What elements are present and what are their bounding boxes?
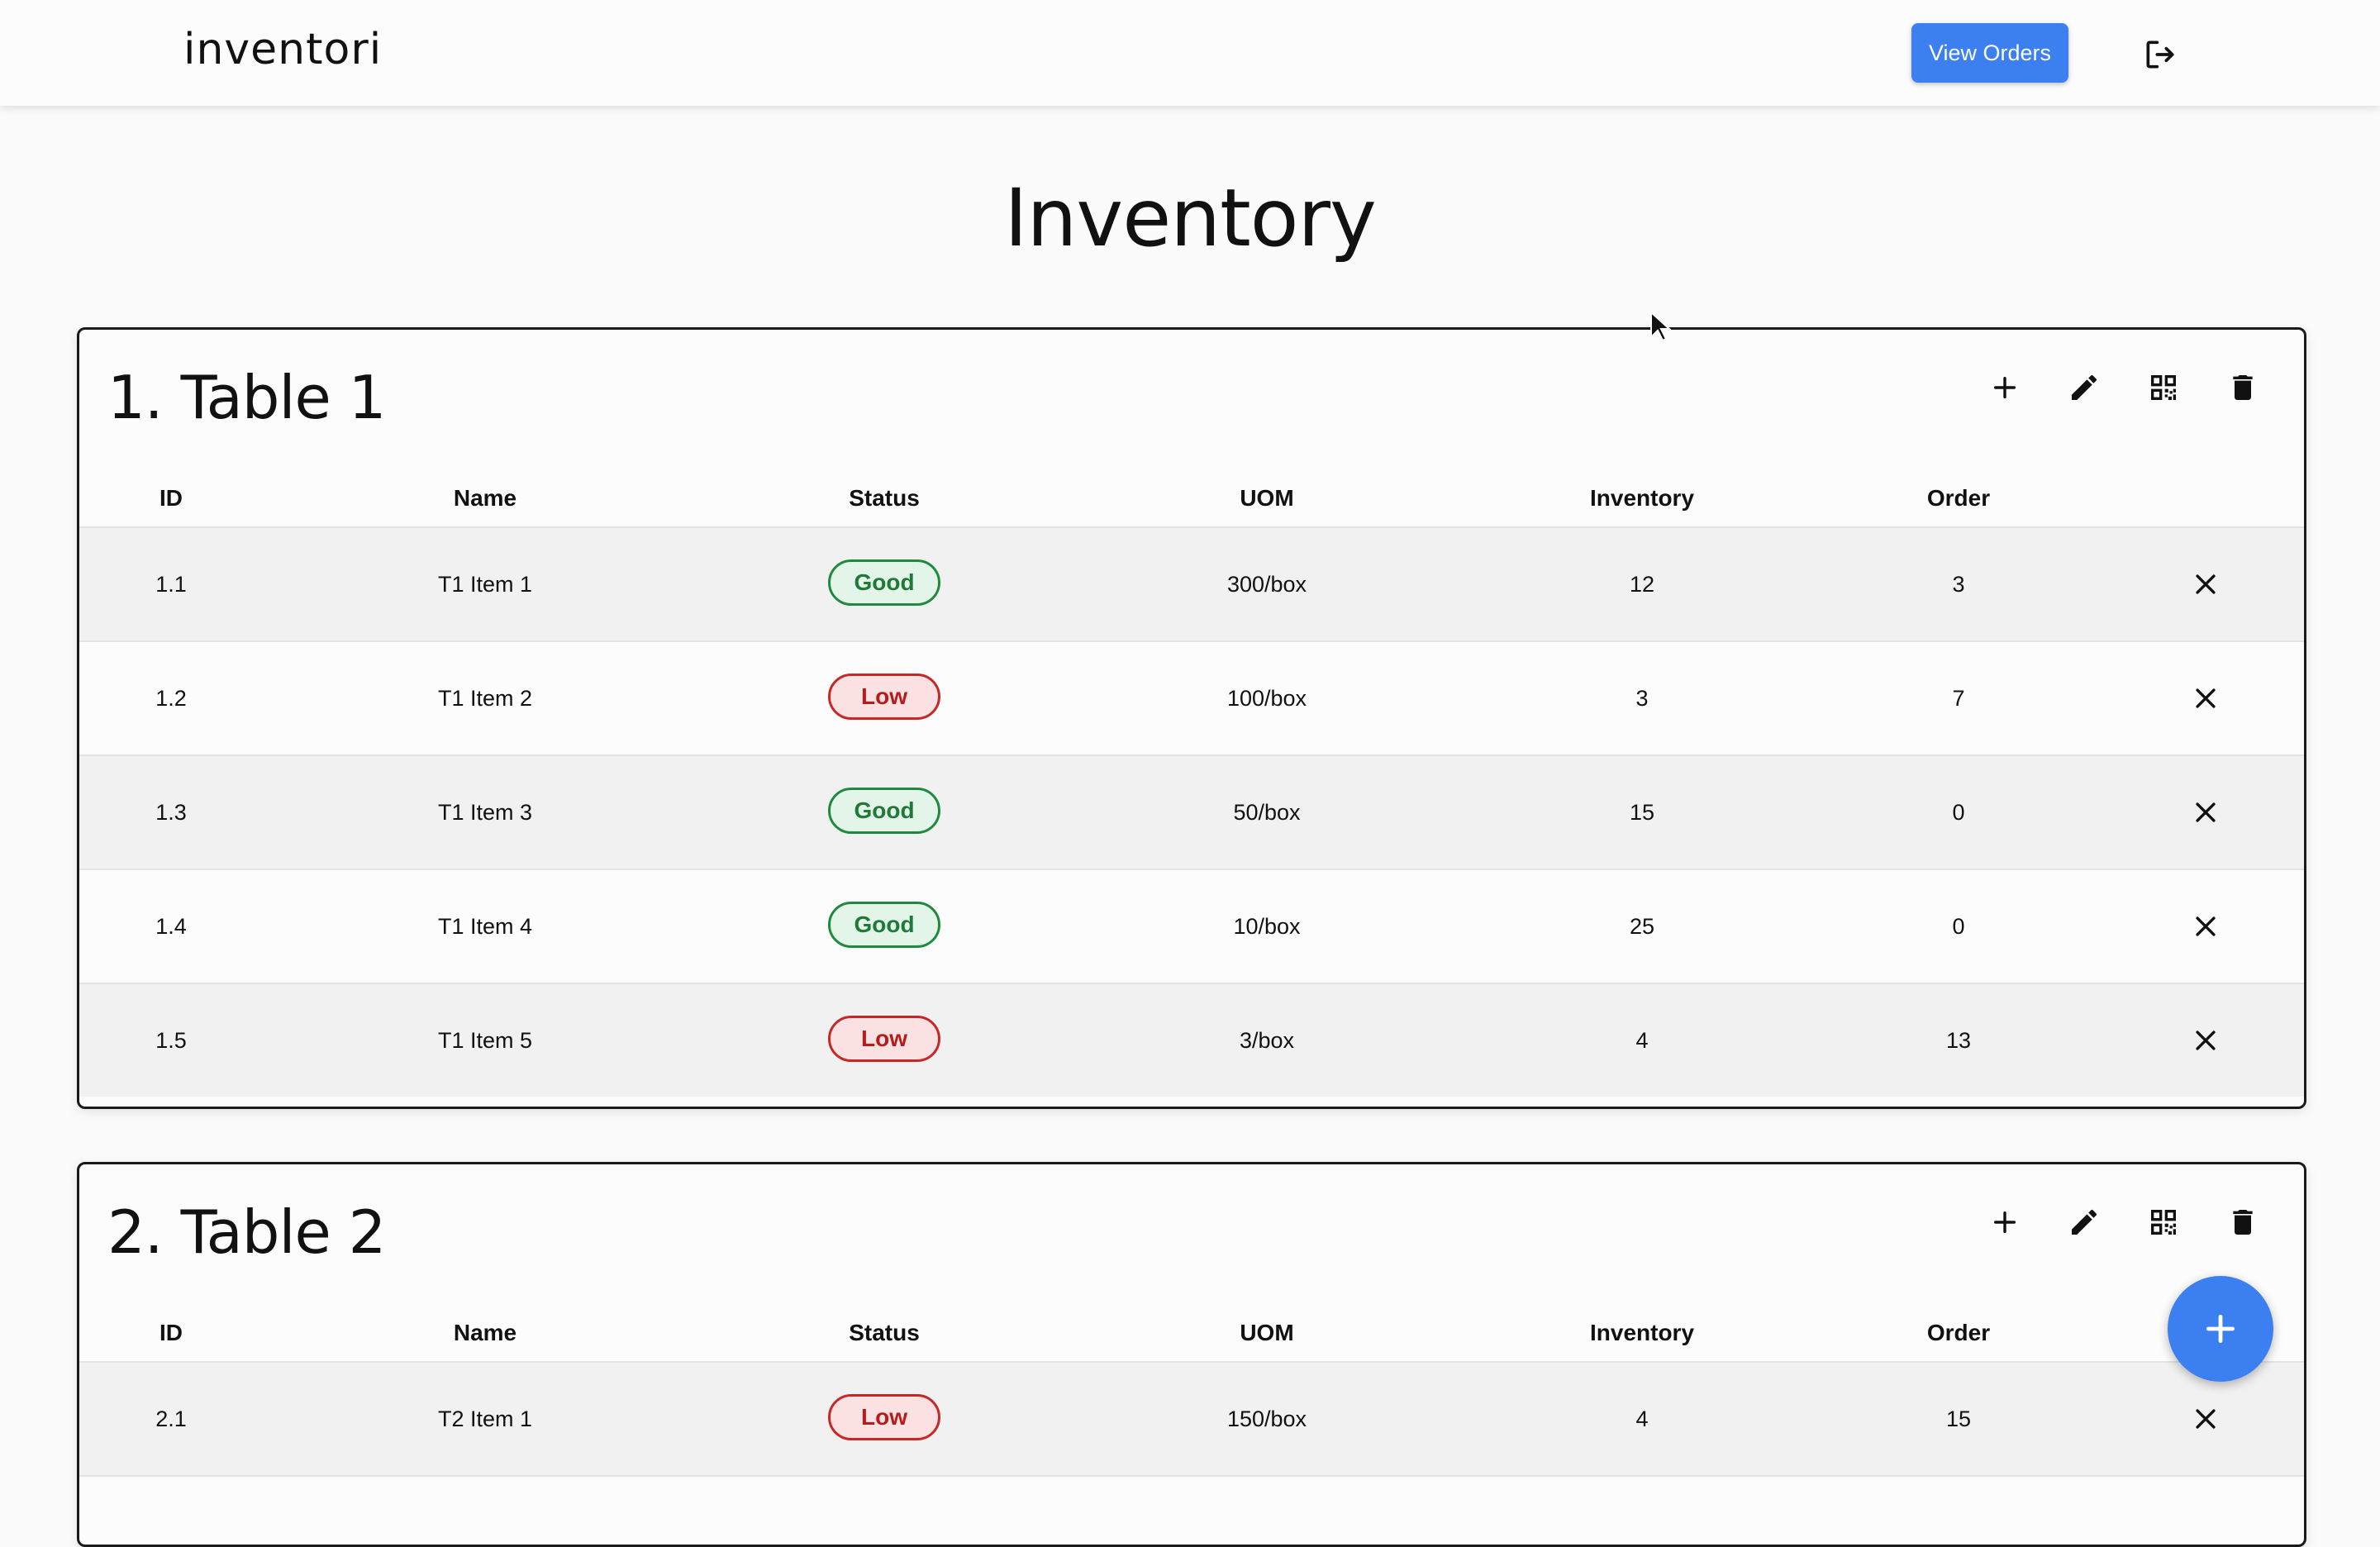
column-header-uom: UOM	[1240, 1320, 1294, 1345]
table-row[interactable]: 1.2 T1 Item 2 Low 100/box 3 7	[79, 642, 2304, 756]
cell-inventory: 4	[1635, 1028, 1649, 1053]
pencil-icon[interactable]	[2066, 369, 2102, 406]
column-header-name: Name	[453, 1320, 517, 1345]
cell-order: 0	[1952, 800, 1965, 825]
cell-order: 0	[1952, 914, 1965, 939]
cell-inventory: 25	[1629, 914, 1655, 939]
cell-uom: 50/box	[1233, 800, 1301, 825]
close-icon[interactable]	[2187, 1401, 2224, 1437]
cell-name: T1 Item 4	[437, 914, 533, 939]
column-header-status: Status	[849, 485, 920, 511]
table-row[interactable]: 1.5 T1 Item 5 Low 3/box 4 13	[79, 984, 2304, 1097]
cell-name: T1 Item 5	[437, 1028, 533, 1053]
column-header-inventory: Inventory	[1589, 1320, 1695, 1345]
cell-uom: 300/box	[1226, 572, 1307, 597]
plus-icon[interactable]	[1987, 1204, 2023, 1240]
page-title: Inventory	[1004, 172, 1377, 264]
cell-uom: 3/box	[1239, 1028, 1295, 1053]
cell-name: T1 Item 1	[437, 572, 533, 597]
column-header-uom: UOM	[1240, 485, 1294, 511]
table-row[interactable]: 2.1 T2 Item 1 Low 150/box 4 15	[79, 1363, 2304, 1477]
cell-id: 1.3	[155, 800, 187, 825]
column-header-name: Name	[453, 485, 517, 511]
view-orders-button[interactable]: View Orders	[1911, 23, 2068, 83]
close-icon[interactable]	[2187, 794, 2224, 831]
brand-logo[interactable]: inventori	[183, 25, 382, 74]
cell-order: 15	[1945, 1407, 1972, 1431]
cell-id: 1.1	[155, 572, 187, 597]
table-actions	[1987, 1204, 2261, 1240]
status-badge: Good	[828, 559, 940, 606]
logout-icon[interactable]	[2142, 36, 2178, 73]
inventory-table-card: 1. Table 1 ID Name Status UOM Inventory …	[77, 327, 2306, 1109]
column-header-status: Status	[849, 1320, 920, 1345]
close-icon[interactable]	[2187, 908, 2224, 945]
inventory-table-card: 2. Table 2 ID Name Status UOM Inventory …	[77, 1162, 2306, 1547]
qr-code-icon[interactable]	[2145, 1204, 2182, 1240]
cell-uom: 150/box	[1226, 1407, 1307, 1431]
table-header: ID Name Status UOM Inventory Order	[79, 1305, 2304, 1363]
cell-id: 2.1	[155, 1407, 187, 1431]
column-header-inventory: Inventory	[1589, 485, 1695, 511]
trash-icon[interactable]	[2225, 369, 2261, 406]
cell-name: T2 Item 1	[437, 1407, 533, 1431]
cell-inventory: 3	[1635, 686, 1649, 711]
pencil-icon[interactable]	[2066, 1204, 2102, 1240]
table-row[interactable]: 1.3 T1 Item 3 Good 50/box 15 0	[79, 756, 2304, 870]
table-row[interactable]: 1.4 T1 Item 4 Good 10/box 25 0	[79, 870, 2304, 984]
table-actions	[1987, 369, 2261, 406]
status-badge: Good	[828, 788, 940, 834]
column-header-id: ID	[159, 485, 183, 511]
column-header-id: ID	[159, 1320, 183, 1345]
cell-name: T1 Item 3	[437, 800, 533, 825]
cell-id: 1.2	[155, 686, 187, 711]
cell-id: 1.5	[155, 1028, 187, 1053]
table-title: 1. Table 1	[107, 363, 386, 432]
cell-inventory: 12	[1629, 572, 1655, 597]
cell-inventory: 15	[1629, 800, 1655, 825]
plus-icon	[2206, 1314, 2235, 1344]
status-badge: Low	[828, 674, 940, 720]
cell-id: 1.4	[155, 914, 187, 939]
cell-order: 7	[1952, 686, 1965, 711]
table-title: 2. Table 2	[107, 1197, 386, 1267]
add-table-fab[interactable]	[2168, 1276, 2273, 1382]
qr-code-icon[interactable]	[2145, 369, 2182, 406]
status-badge: Low	[828, 1016, 940, 1062]
cell-order: 3	[1952, 572, 1965, 597]
column-header-order: Order	[1926, 485, 1991, 511]
cell-inventory: 4	[1635, 1407, 1649, 1431]
app-header: inventori View Orders	[0, 0, 2380, 106]
cell-name: T1 Item 2	[437, 686, 533, 711]
table-header: ID Name Status UOM Inventory Order	[79, 470, 2304, 528]
status-badge: Low	[828, 1394, 940, 1440]
close-icon[interactable]	[2187, 680, 2224, 716]
mouse-cursor-icon	[1649, 310, 1672, 344]
trash-icon[interactable]	[2225, 1204, 2261, 1240]
plus-icon[interactable]	[1987, 369, 2023, 406]
cell-order: 13	[1945, 1028, 1972, 1053]
cell-uom: 10/box	[1233, 914, 1301, 939]
column-header-order: Order	[1926, 1320, 1991, 1345]
table-row[interactable]: 1.1 T1 Item 1 Good 300/box 12 3	[79, 528, 2304, 642]
cell-uom: 100/box	[1226, 686, 1307, 711]
close-icon[interactable]	[2187, 566, 2224, 602]
close-icon[interactable]	[2187, 1022, 2224, 1059]
status-badge: Good	[828, 902, 940, 948]
